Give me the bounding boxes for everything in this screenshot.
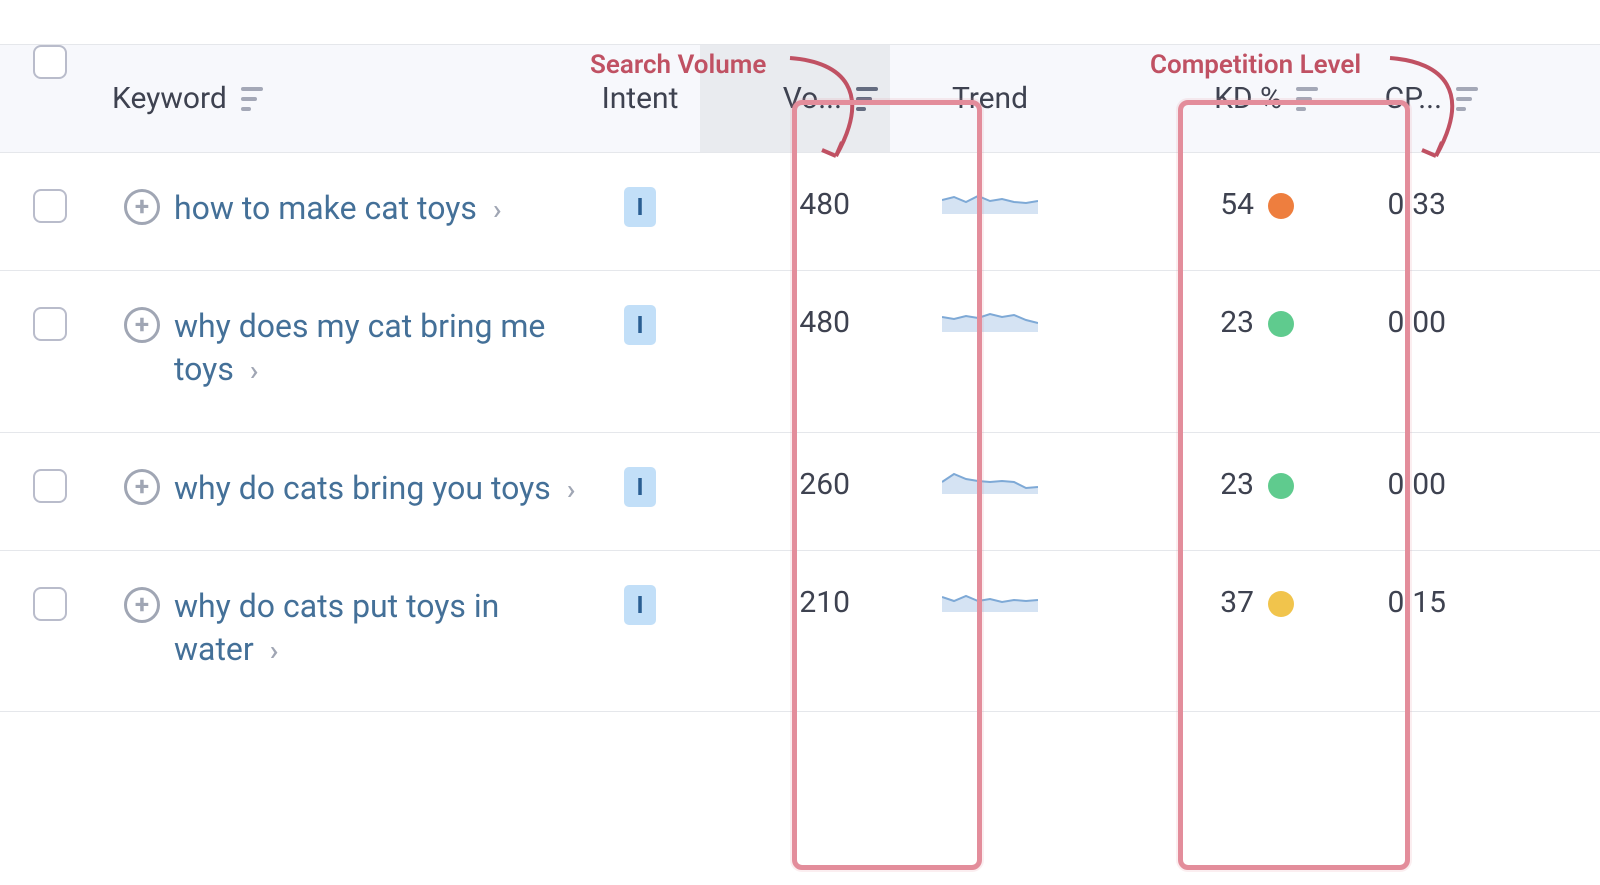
keyword-link[interactable]: why do cats put toys in water ››: [174, 585, 568, 671]
expand-button[interactable]: +: [124, 189, 160, 225]
kd-value: 54: [1220, 187, 1254, 222]
kd-difficulty-dot-icon: [1268, 591, 1294, 617]
sort-icon: [1456, 84, 1478, 114]
intent-badge[interactable]: I: [624, 305, 655, 345]
cpc-value: 0.00: [1330, 271, 1490, 380]
column-label: Intent: [602, 81, 679, 116]
select-all-checkbox[interactable]: [33, 45, 67, 79]
kd-difficulty-dot-icon: [1268, 193, 1294, 219]
trend-sparkline-icon: [942, 467, 1038, 497]
annotation-search-volume-label: Search Volume: [590, 50, 766, 80]
chevron-right-icon: ››: [567, 473, 568, 506]
annotation-competition-label: Competition Level: [1150, 50, 1361, 80]
keyword-text: why does my cat bring me toys: [174, 307, 545, 388]
table-row: + why does my cat bring me toys ›› I 480…: [0, 271, 1600, 432]
chevron-right-icon: ››: [493, 193, 494, 226]
keyword-link[interactable]: why does my cat bring me toys ››: [174, 305, 568, 391]
keyword-text: why do cats bring you toys: [174, 469, 551, 507]
trend-sparkline-icon: [942, 305, 1038, 335]
table-row: + how to make cat toys ›› I 480 54 0.33: [0, 153, 1600, 271]
table-row: + why do cats put toys in water ›› I 210…: [0, 551, 1600, 712]
kd-difficulty-dot-icon: [1268, 311, 1294, 337]
cpc-value: 0.15: [1330, 551, 1490, 660]
chevron-right-icon: ››: [270, 634, 271, 667]
keyword-text: how to make cat toys: [174, 189, 477, 227]
row-checkbox[interactable]: [33, 587, 67, 621]
sort-icon: [856, 84, 878, 114]
expand-button[interactable]: +: [124, 307, 160, 343]
column-label: Trend: [952, 81, 1028, 116]
row-checkbox[interactable]: [33, 189, 67, 223]
chevron-right-icon: ››: [250, 354, 251, 387]
sort-icon: [241, 84, 263, 114]
cpc-value: 0.33: [1330, 153, 1490, 262]
volume-value: 260: [700, 433, 890, 542]
cpc-value: 0.00: [1330, 433, 1490, 542]
intent-badge[interactable]: I: [624, 585, 655, 625]
expand-button[interactable]: +: [124, 587, 160, 623]
kd-difficulty-dot-icon: [1268, 473, 1294, 499]
trend-sparkline-icon: [942, 585, 1038, 615]
column-label: Vo...: [783, 81, 842, 116]
row-checkbox[interactable]: [33, 307, 67, 341]
kd-value: 23: [1220, 305, 1254, 340]
keyword-link[interactable]: why do cats bring you toys ››: [174, 467, 568, 510]
column-label: Keyword: [112, 81, 227, 116]
volume-value: 480: [700, 153, 890, 262]
volume-value: 480: [700, 271, 890, 380]
row-checkbox[interactable]: [33, 469, 67, 503]
keyword-table: Keyword Intent Vo... Trend KD % CP...: [0, 44, 1600, 712]
column-label: CP...: [1385, 81, 1442, 116]
keyword-text: why do cats put toys in water: [174, 587, 499, 668]
table-row: + why do cats bring you toys ›› I 260 23…: [0, 433, 1600, 551]
keyword-link[interactable]: how to make cat toys ››: [174, 187, 494, 230]
intent-badge[interactable]: I: [624, 187, 655, 227]
trend-sparkline-icon: [942, 187, 1038, 217]
sort-icon: [1296, 84, 1318, 114]
kd-value: 23: [1220, 467, 1254, 502]
kd-value: 37: [1220, 585, 1254, 620]
header-trend[interactable]: Trend: [890, 45, 1090, 152]
volume-value: 210: [700, 551, 890, 660]
column-label: KD %: [1214, 81, 1282, 116]
header-keyword[interactable]: Keyword: [100, 45, 580, 152]
expand-button[interactable]: +: [124, 469, 160, 505]
intent-badge[interactable]: I: [624, 467, 655, 507]
